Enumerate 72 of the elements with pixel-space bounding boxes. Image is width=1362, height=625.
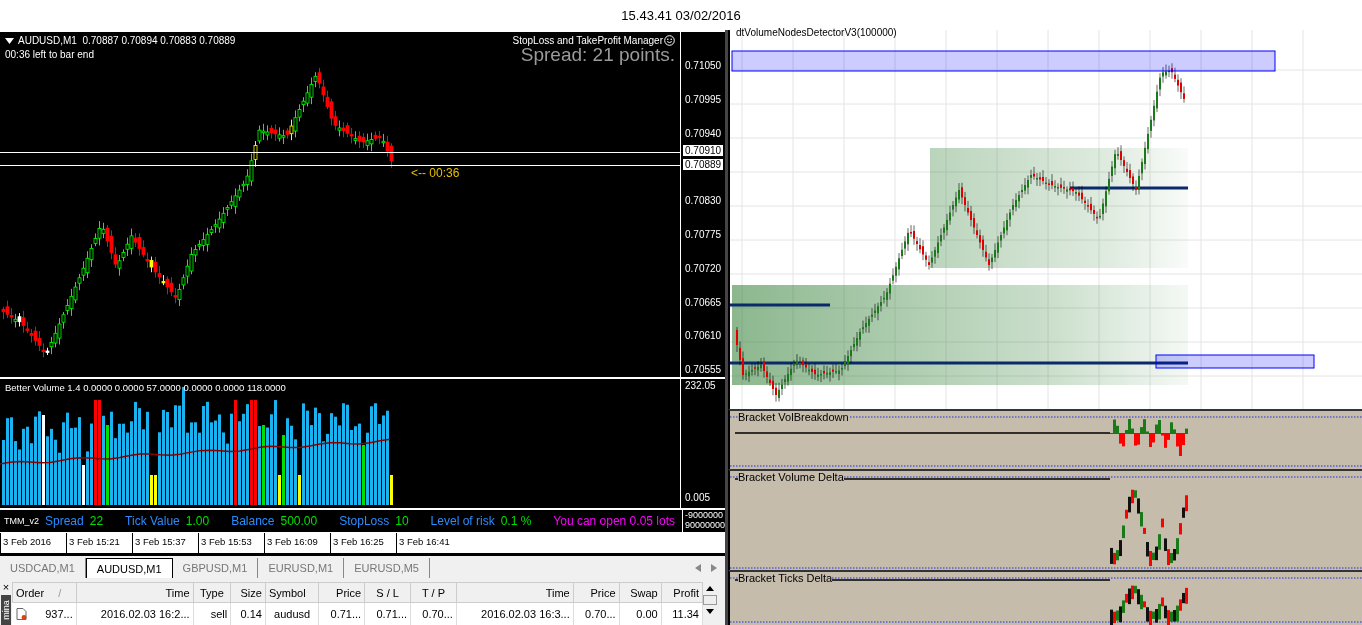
indicator-title: Bracket VolBreakdown bbox=[738, 410, 849, 423]
price-tick: 0.70775 bbox=[685, 229, 722, 240]
column-header[interactable]: Price bbox=[318, 582, 365, 603]
column-header[interactable]: Time bbox=[76, 582, 194, 603]
table-cell: 2016.02.03 16:3... bbox=[456, 602, 574, 625]
scale-label: 90000000 bbox=[684, 520, 725, 530]
volume-max-label: 232.05 bbox=[685, 380, 716, 391]
table-cell: 0.71... bbox=[318, 602, 365, 625]
price-tick: 0.70610 bbox=[685, 330, 722, 342]
price-tick: 0.70555 bbox=[685, 364, 722, 376]
column-header[interactable]: Size bbox=[230, 582, 266, 603]
info-label: Balance bbox=[231, 514, 275, 528]
column-header[interactable]: Symbol bbox=[265, 582, 319, 603]
scroll-down-icon[interactable] bbox=[706, 609, 714, 614]
column-header[interactable]: Swap bbox=[619, 582, 662, 603]
column-header[interactable]: Order / bbox=[12, 582, 77, 603]
table-cell: 0.14 bbox=[230, 602, 266, 625]
table-cell: 937... bbox=[12, 602, 77, 625]
info-label: Tick Value bbox=[125, 514, 180, 528]
info-value: 10 bbox=[395, 514, 409, 528]
manager-label: StopLoss and TakeProfit Manager bbox=[512, 35, 663, 46]
smiley-icon bbox=[664, 35, 675, 46]
column-header[interactable]: S / L bbox=[364, 582, 411, 603]
price-tick: 0.70665 bbox=[685, 296, 722, 308]
info-label: Level of risk bbox=[430, 514, 495, 528]
lots-message: You can open 0.05 lots bbox=[553, 514, 675, 528]
indicator-title: Better Volume 1.4 0.0000 0.0000 57.0000 0.0000 0.0000 118.0000 bbox=[5, 382, 286, 393]
scroll-left-icon[interactable] bbox=[695, 564, 701, 572]
indicator-title: Bracket Volume Delta bbox=[738, 470, 844, 483]
table-cell: 0.71... bbox=[364, 602, 411, 625]
indicator-title: TMM_v2 bbox=[4, 516, 39, 526]
table-cell: 2016.02.03 16:2... bbox=[76, 602, 194, 625]
table-cell: 11.34 bbox=[661, 602, 703, 625]
bar-timer-text: 00:36 left to bar end bbox=[5, 49, 94, 60]
scroll-up-icon[interactable] bbox=[706, 586, 714, 591]
indicator-title: dtVolumeNodesDetectorV3(100000) bbox=[736, 27, 897, 38]
info-value: 500.00 bbox=[280, 514, 318, 528]
scale-label: -9000000 bbox=[684, 510, 724, 520]
price-tick: 0.70830 bbox=[685, 195, 722, 207]
price-label: 0.70889 bbox=[682, 158, 725, 171]
price-tick: 0.70720 bbox=[685, 262, 722, 274]
column-header[interactable]: Type bbox=[193, 582, 231, 603]
price-tick: 0.70940 bbox=[685, 127, 722, 139]
column-header[interactable]: Time bbox=[456, 582, 574, 603]
volume-min-label: 0.005 bbox=[685, 492, 711, 503]
chart-tab[interactable]: AUDUSD,M1 bbox=[85, 558, 173, 578]
symbol-quote: AUDUSD,M1 0.70887 0.70894 0.70883 0.70889 bbox=[18, 35, 236, 46]
table-cell: sell bbox=[193, 602, 231, 625]
column-header[interactable]: Profit bbox=[661, 582, 703, 603]
scroll-right-icon[interactable] bbox=[711, 564, 717, 572]
info-label: StopLoss bbox=[339, 514, 390, 528]
price-label: 0.70910 bbox=[682, 144, 725, 157]
price-tick: 0.70995 bbox=[685, 93, 722, 105]
table-cell: 0.70... bbox=[573, 602, 620, 625]
table-cell: audusd bbox=[265, 602, 319, 625]
clock-text: 15.43.41 03/02/2016 bbox=[621, 7, 741, 23]
table-cell: 0.00 bbox=[619, 602, 662, 625]
info-label: Spread bbox=[45, 514, 84, 528]
countdown-text: <-- 00:36 bbox=[411, 166, 460, 180]
order-icon bbox=[15, 608, 27, 620]
spread-text: Spread: 21 points. bbox=[520, 46, 675, 64]
table-cell: 0.70... bbox=[410, 602, 457, 625]
column-header[interactable]: T / P bbox=[410, 582, 457, 603]
terminal-side-tab[interactable]: mina bbox=[1, 595, 11, 625]
price-tick: 0.71050 bbox=[685, 60, 722, 71]
dropdown-triangle-icon[interactable] bbox=[5, 37, 14, 44]
column-header[interactable]: Price bbox=[573, 582, 620, 603]
info-value: 0.1 % bbox=[500, 514, 532, 528]
indicator-title: Bracket Ticks Delta bbox=[738, 572, 833, 585]
info-value: 1.00 bbox=[185, 514, 210, 528]
close-button[interactable]: × bbox=[2, 582, 10, 592]
info-value: 22 bbox=[89, 514, 104, 528]
